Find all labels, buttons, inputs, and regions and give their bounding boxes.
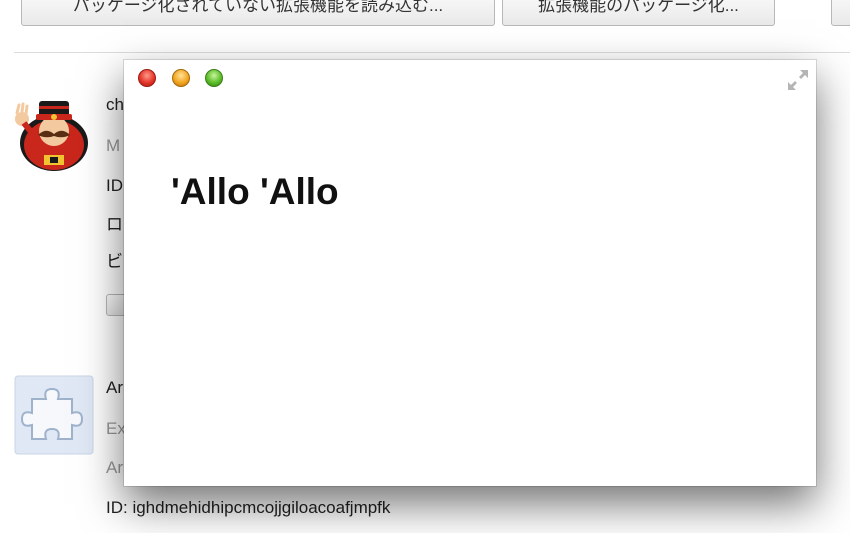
- extension-name: ch: [106, 95, 124, 114]
- extension-description: M: [106, 136, 121, 155]
- extension-description: Ex: [106, 419, 126, 438]
- load-unpacked-button[interactable]: パッケージ化されていない拡張機能を読み込む...: [21, 0, 495, 26]
- update-extensions-button[interactable]: [831, 0, 850, 26]
- app-popup-window: 'Allo 'Allo: [124, 60, 816, 486]
- extension-author: Ar: [106, 458, 123, 477]
- extension-id: ID: [106, 176, 123, 195]
- popup-heading: 'Allo 'Allo: [171, 171, 339, 212]
- extensions-toolbar: パッケージ化されていない拡張機能を読み込む... 拡張機能のパッケージ化...: [0, 0, 850, 52]
- puzzle-piece-icon: [14, 375, 94, 455]
- pack-extension-button[interactable]: 拡張機能のパッケージ化...: [502, 0, 775, 26]
- yeoman-mascot-icon: [14, 93, 92, 173]
- load-unpacked-label: パッケージ化されていない拡張機能を読み込む...: [72, 0, 444, 15]
- pack-extension-label: 拡張機能のパッケージ化...: [538, 0, 739, 15]
- minimize-icon[interactable]: [172, 69, 190, 87]
- zoom-icon[interactable]: [205, 69, 223, 87]
- fullscreen-icon[interactable]: [786, 68, 810, 92]
- extension-view: ビ: [106, 252, 123, 271]
- extension-id: ID: ighdmehidhipcmcojjgiloacoafjmpfk: [106, 498, 391, 517]
- extension-name: Ar: [106, 378, 123, 397]
- extension-load-path: ロ: [106, 215, 123, 234]
- close-icon[interactable]: [138, 69, 156, 87]
